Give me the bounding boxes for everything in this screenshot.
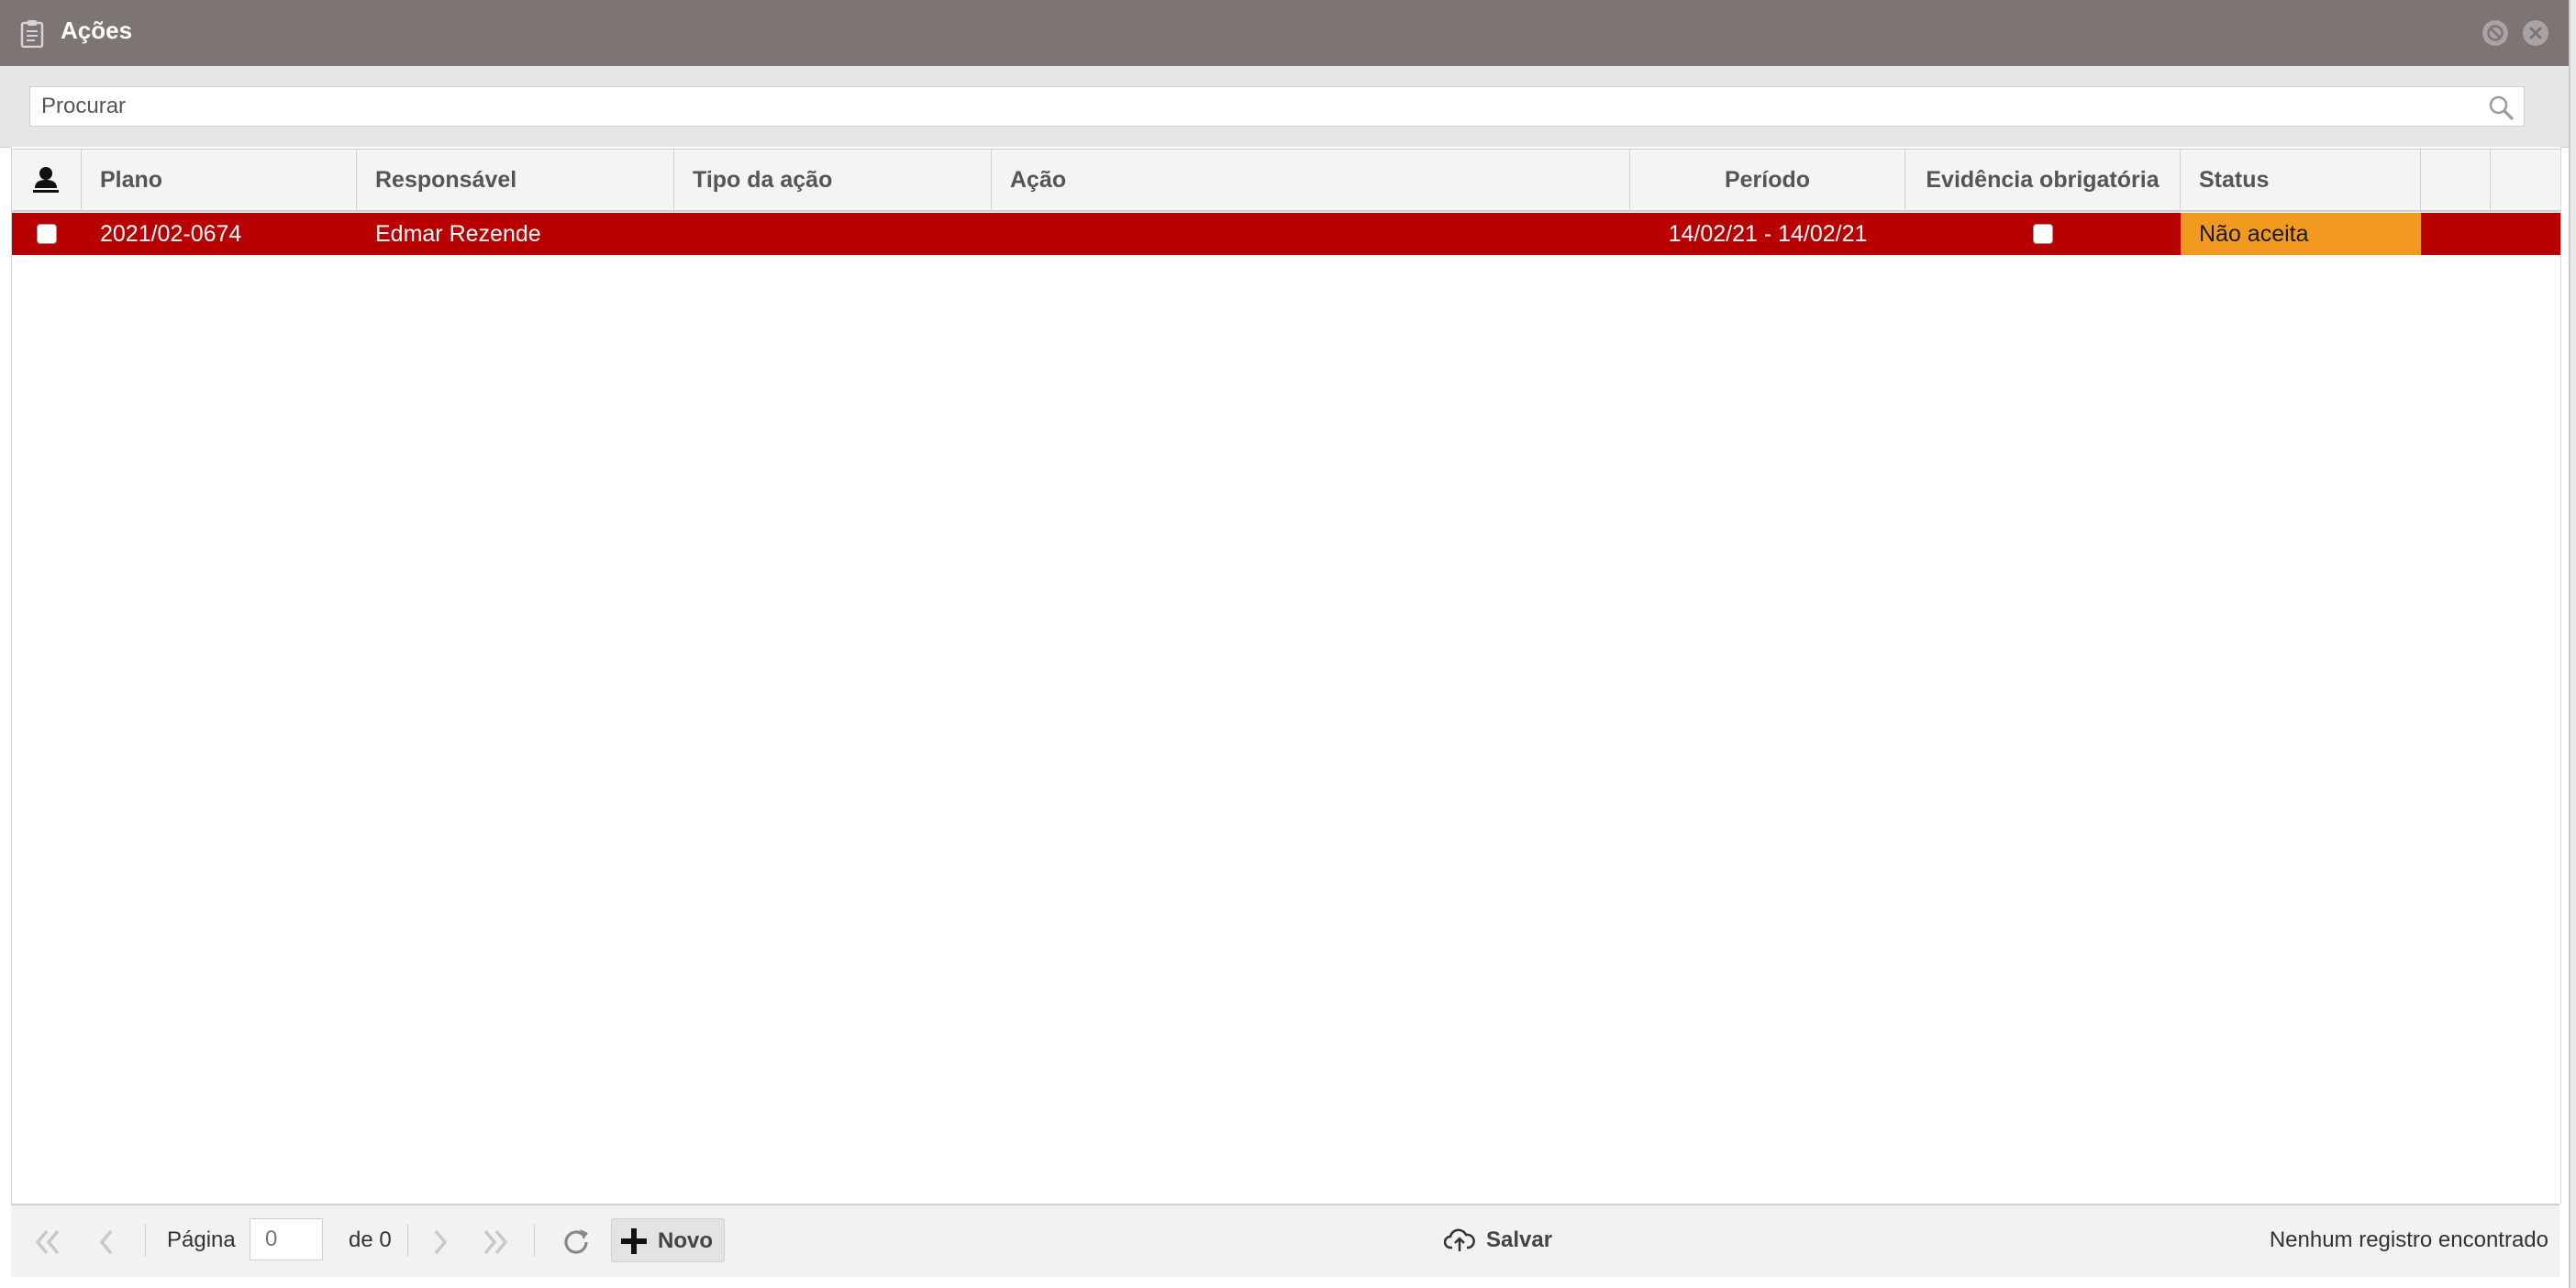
row-select-checkbox[interactable]	[37, 224, 57, 244]
last-page-icon[interactable]	[477, 1224, 514, 1260]
column-header-evidencia[interactable]: Evidência obrigatória	[1905, 150, 2181, 210]
plus-icon	[621, 1228, 647, 1254]
column-header-responsavel[interactable]: Responsável	[357, 150, 674, 210]
actions-table: Plano Responsável Tipo da ação Ação Perí…	[11, 147, 2561, 1204]
separator	[145, 1224, 146, 1257]
cell-tipo-acao	[674, 213, 992, 255]
window-titlebar[interactable]: Ações	[0, 0, 2569, 66]
first-page-icon[interactable]	[29, 1224, 66, 1260]
cell-periodo: 14/02/21 - 14/02/21	[1668, 221, 1868, 247]
evidencia-checkbox[interactable]	[2033, 224, 2053, 244]
table-header: Plano Responsável Tipo da ação Ação Perí…	[12, 149, 2560, 212]
new-button-label: Novo	[658, 1228, 713, 1253]
search-box	[29, 86, 2525, 127]
page-total-label: de 0	[349, 1227, 392, 1252]
column-header-filler	[2491, 150, 2560, 210]
table-row[interactable]: 2021/02-0674 Edmar Rezende 14/02/21 - 14…	[12, 213, 2560, 255]
column-header-status[interactable]: Status	[2181, 150, 2421, 210]
close-icon[interactable]	[2521, 18, 2550, 48]
search-icon[interactable]	[2487, 94, 2515, 121]
column-header-extra	[2421, 150, 2491, 210]
separator	[407, 1224, 408, 1257]
column-header-select[interactable]	[12, 150, 82, 210]
page-number-input[interactable]	[250, 1218, 323, 1260]
user-icon	[33, 167, 59, 193]
page-label: Página	[167, 1227, 236, 1252]
records-status: Nenhum registro encontrado	[2269, 1227, 2548, 1252]
previous-page-icon[interactable]	[88, 1224, 125, 1260]
column-header-plano[interactable]: Plano	[82, 150, 357, 210]
clipboard-icon	[20, 20, 44, 48]
refresh-icon[interactable]	[558, 1224, 594, 1260]
search-input[interactable]	[30, 87, 2471, 126]
row-select-cell	[12, 213, 82, 255]
window-title: Ações	[61, 17, 133, 44]
column-header-tipo-acao[interactable]: Tipo da ação	[674, 150, 992, 210]
minimize-icon[interactable]	[2481, 18, 2510, 48]
status-badge: Não aceita	[2181, 213, 2421, 255]
cell-plano: 2021/02-0674	[100, 221, 242, 247]
actions-window: Ações Procurar Plano Responsável Tipo da…	[0, 0, 2569, 1288]
cell-extra	[2421, 213, 2560, 255]
cell-responsavel: Edmar Rezende	[375, 221, 541, 247]
column-header-periodo[interactable]: Período	[1630, 150, 1905, 210]
save-button[interactable]: Salvar	[1435, 1218, 1554, 1262]
cloud-upload-icon	[1444, 1228, 1475, 1251]
cell-acao	[992, 213, 1630, 255]
column-header-acao[interactable]: Ação	[992, 150, 1630, 210]
pagination-bar: Página de 0 Novo	[11, 1204, 2559, 1277]
next-page-icon[interactable]	[422, 1224, 459, 1260]
separator	[534, 1224, 535, 1257]
save-button-label: Salvar	[1486, 1227, 1553, 1252]
new-button[interactable]: Novo	[611, 1218, 725, 1262]
search-bar-area	[0, 66, 2569, 148]
cell-evidencia	[1905, 213, 2181, 255]
